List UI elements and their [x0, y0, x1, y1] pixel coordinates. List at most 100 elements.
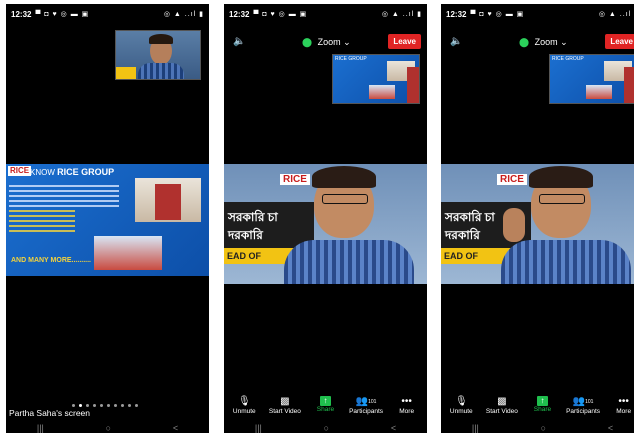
mini-building — [387, 61, 419, 103]
start-video-button[interactable]: ▩ Start Video — [266, 396, 304, 422]
page-indicator[interactable] — [72, 404, 138, 407]
speaker-video: RICE সরকারি চা দরকারি EAD OF — [441, 164, 634, 284]
share-button[interactable]: ↑ Share — [523, 396, 561, 422]
bullet-line — [9, 205, 119, 207]
bullet-line — [9, 225, 75, 227]
share-label: Share — [533, 406, 552, 413]
share-label: Share — [316, 406, 335, 413]
slide-title-prefix: KNOW — [30, 168, 55, 177]
speaker-glasses — [322, 194, 368, 204]
speaker-video: RICE সরকারি চা দরকারি EAD OF — [224, 164, 427, 284]
meeting-toolbar: 🎙 Unmute ▩ Start Video ↑ Share 👥101 Part… — [441, 396, 634, 422]
page-dot[interactable] — [107, 404, 110, 407]
speaker-icon[interactable]: 🔈 — [450, 36, 462, 47]
zoom-menu[interactable]: ⬤ Zoom ⌄ — [519, 37, 568, 48]
page-dot[interactable] — [128, 404, 131, 407]
page-dot[interactable] — [114, 404, 117, 407]
slide-thumbnail[interactable]: RICE GROUP — [332, 54, 420, 104]
speaker-hair — [529, 166, 593, 188]
participants-label: Participants — [566, 408, 601, 415]
notification-icons: ▀ ◘ ♥ ◎ ▬ ▣ — [470, 11, 525, 18]
more-label: More — [399, 408, 415, 415]
page-dot[interactable] — [121, 404, 124, 407]
status-bar: 12:32 ▀ ◘ ♥ ◎ ▬ ▣ ◎ ▲ ..ıl ▮ — [224, 4, 427, 24]
more-button[interactable]: ••• More — [605, 396, 634, 422]
mini-gate — [586, 85, 612, 99]
chevron-down-icon: ⌄ — [343, 37, 351, 47]
unmute-button[interactable]: 🎙 Unmute — [442, 396, 480, 422]
bullet-line — [9, 215, 75, 217]
speaker-shirt — [284, 240, 414, 284]
start-video-label: Start Video — [268, 408, 301, 415]
building-photo — [135, 178, 201, 222]
leave-button[interactable]: Leave — [605, 34, 634, 49]
unmute-button[interactable]: 🎙 Unmute — [225, 396, 263, 422]
zoom-menu[interactable]: ⬤ Zoom ⌄ — [302, 37, 351, 48]
speaker-hair — [312, 166, 376, 188]
back-icon[interactable]: < — [391, 423, 396, 433]
unmute-label: Unmute — [449, 408, 473, 415]
start-video-button[interactable]: ▩ Start Video — [483, 396, 521, 422]
zoom-label: Zoom — [534, 37, 558, 47]
bullet-line — [9, 190, 119, 192]
start-video-label: Start Video — [485, 408, 518, 415]
participants-button[interactable]: 👥101 Participants — [564, 396, 602, 422]
rice-sign: RICE — [497, 174, 527, 185]
slide-bullets — [9, 182, 119, 235]
mini-slide: RICE GROUP — [333, 55, 419, 103]
participants-icon: 👥 — [355, 396, 369, 407]
phone-speaker-view: 12:32 ▀ ◘ ♥ ◎ ▬ ▣ ◎ ▲ ..ıl ▮ 🔈 ⬤ Zoom ⌄ … — [224, 4, 427, 433]
share-button[interactable]: ↑ Share — [306, 396, 344, 422]
bullet-line — [9, 200, 119, 202]
home-icon[interactable]: ○ — [106, 423, 111, 433]
meeting-top-bar: 🔈 ⬤ Zoom ⌄ Leave — [224, 34, 427, 54]
mini-slide: RICE GROUP — [550, 55, 634, 103]
speaker-hand — [503, 208, 525, 242]
page-dot[interactable] — [86, 404, 89, 407]
video-off-icon: ▩ — [497, 396, 507, 407]
system-icons: ◎ ▲ ..ıl ▮ — [598, 11, 634, 18]
recents-icon[interactable]: ||| — [472, 423, 479, 433]
participants-count: 101 — [368, 399, 377, 405]
mini-slide-title: RICE GROUP — [552, 56, 584, 62]
share-icon: ↑ — [536, 396, 548, 406]
back-icon[interactable]: < — [608, 423, 613, 433]
meeting-toolbar: 🎙 Unmute ▩ Start Video ↑ Share 👥101 Part… — [224, 396, 427, 422]
page-dot[interactable] — [100, 404, 103, 407]
more-button[interactable]: ••• More — [388, 396, 426, 422]
rice-sign: RICE — [280, 174, 310, 185]
mic-off-icon: 🎙 — [237, 396, 251, 407]
recents-icon[interactable]: ||| — [255, 423, 262, 433]
slide-thumbnail[interactable]: RICE GROUP — [549, 54, 634, 104]
bullet-line — [9, 230, 75, 232]
page-dot[interactable] — [72, 404, 75, 407]
leave-button[interactable]: Leave — [388, 34, 421, 49]
secure-shield-icon: ⬤ — [519, 37, 530, 47]
system-icons: ◎ ▲ ..ıl ▮ — [381, 11, 422, 18]
back-icon[interactable]: < — [173, 423, 178, 433]
home-icon[interactable]: ○ — [324, 423, 329, 433]
speaker-glasses — [539, 194, 585, 204]
page-dot-active[interactable] — [79, 404, 82, 407]
participant-hair — [149, 34, 173, 44]
rice-logo: RICE — [8, 166, 32, 176]
speaker-icon[interactable]: 🔈 — [233, 36, 245, 47]
notification-icons: ▀ ◘ ♥ ◎ ▬ ▣ — [253, 11, 308, 18]
mini-slide-title: RICE GROUP — [335, 56, 367, 62]
page-dot[interactable] — [93, 404, 96, 407]
share-icon: ↑ — [319, 396, 331, 406]
recents-icon[interactable]: ||| — [37, 423, 44, 433]
status-time: 12:32 — [11, 9, 32, 19]
page-dot[interactable] — [135, 404, 138, 407]
participants-button[interactable]: 👥101 Participants — [347, 396, 385, 422]
system-icons: ◎ ▲ ..ıl ▮ — [163, 11, 204, 18]
gate-photo — [94, 236, 162, 270]
home-icon[interactable]: ○ — [541, 423, 546, 433]
video-thumbnail[interactable] — [115, 30, 201, 80]
status-bar: 12:32 ▀ ◘ ♥ ◎ ▬ ▣ ◎ ▲ ..ıl ▮ — [441, 4, 634, 24]
phone-speaker-view-2: 12:32 ▀ ◘ ♥ ◎ ▬ ▣ ◎ ▲ ..ıl ▮ 🔈 ⬤ Zoom ⌄ … — [441, 4, 634, 433]
participants-icon-wrap: 👥101 — [356, 396, 377, 408]
banner-text: সরকারি চা দরকারি — [228, 210, 278, 242]
video-off-icon: ▩ — [280, 396, 290, 407]
bullet-line — [9, 195, 119, 197]
